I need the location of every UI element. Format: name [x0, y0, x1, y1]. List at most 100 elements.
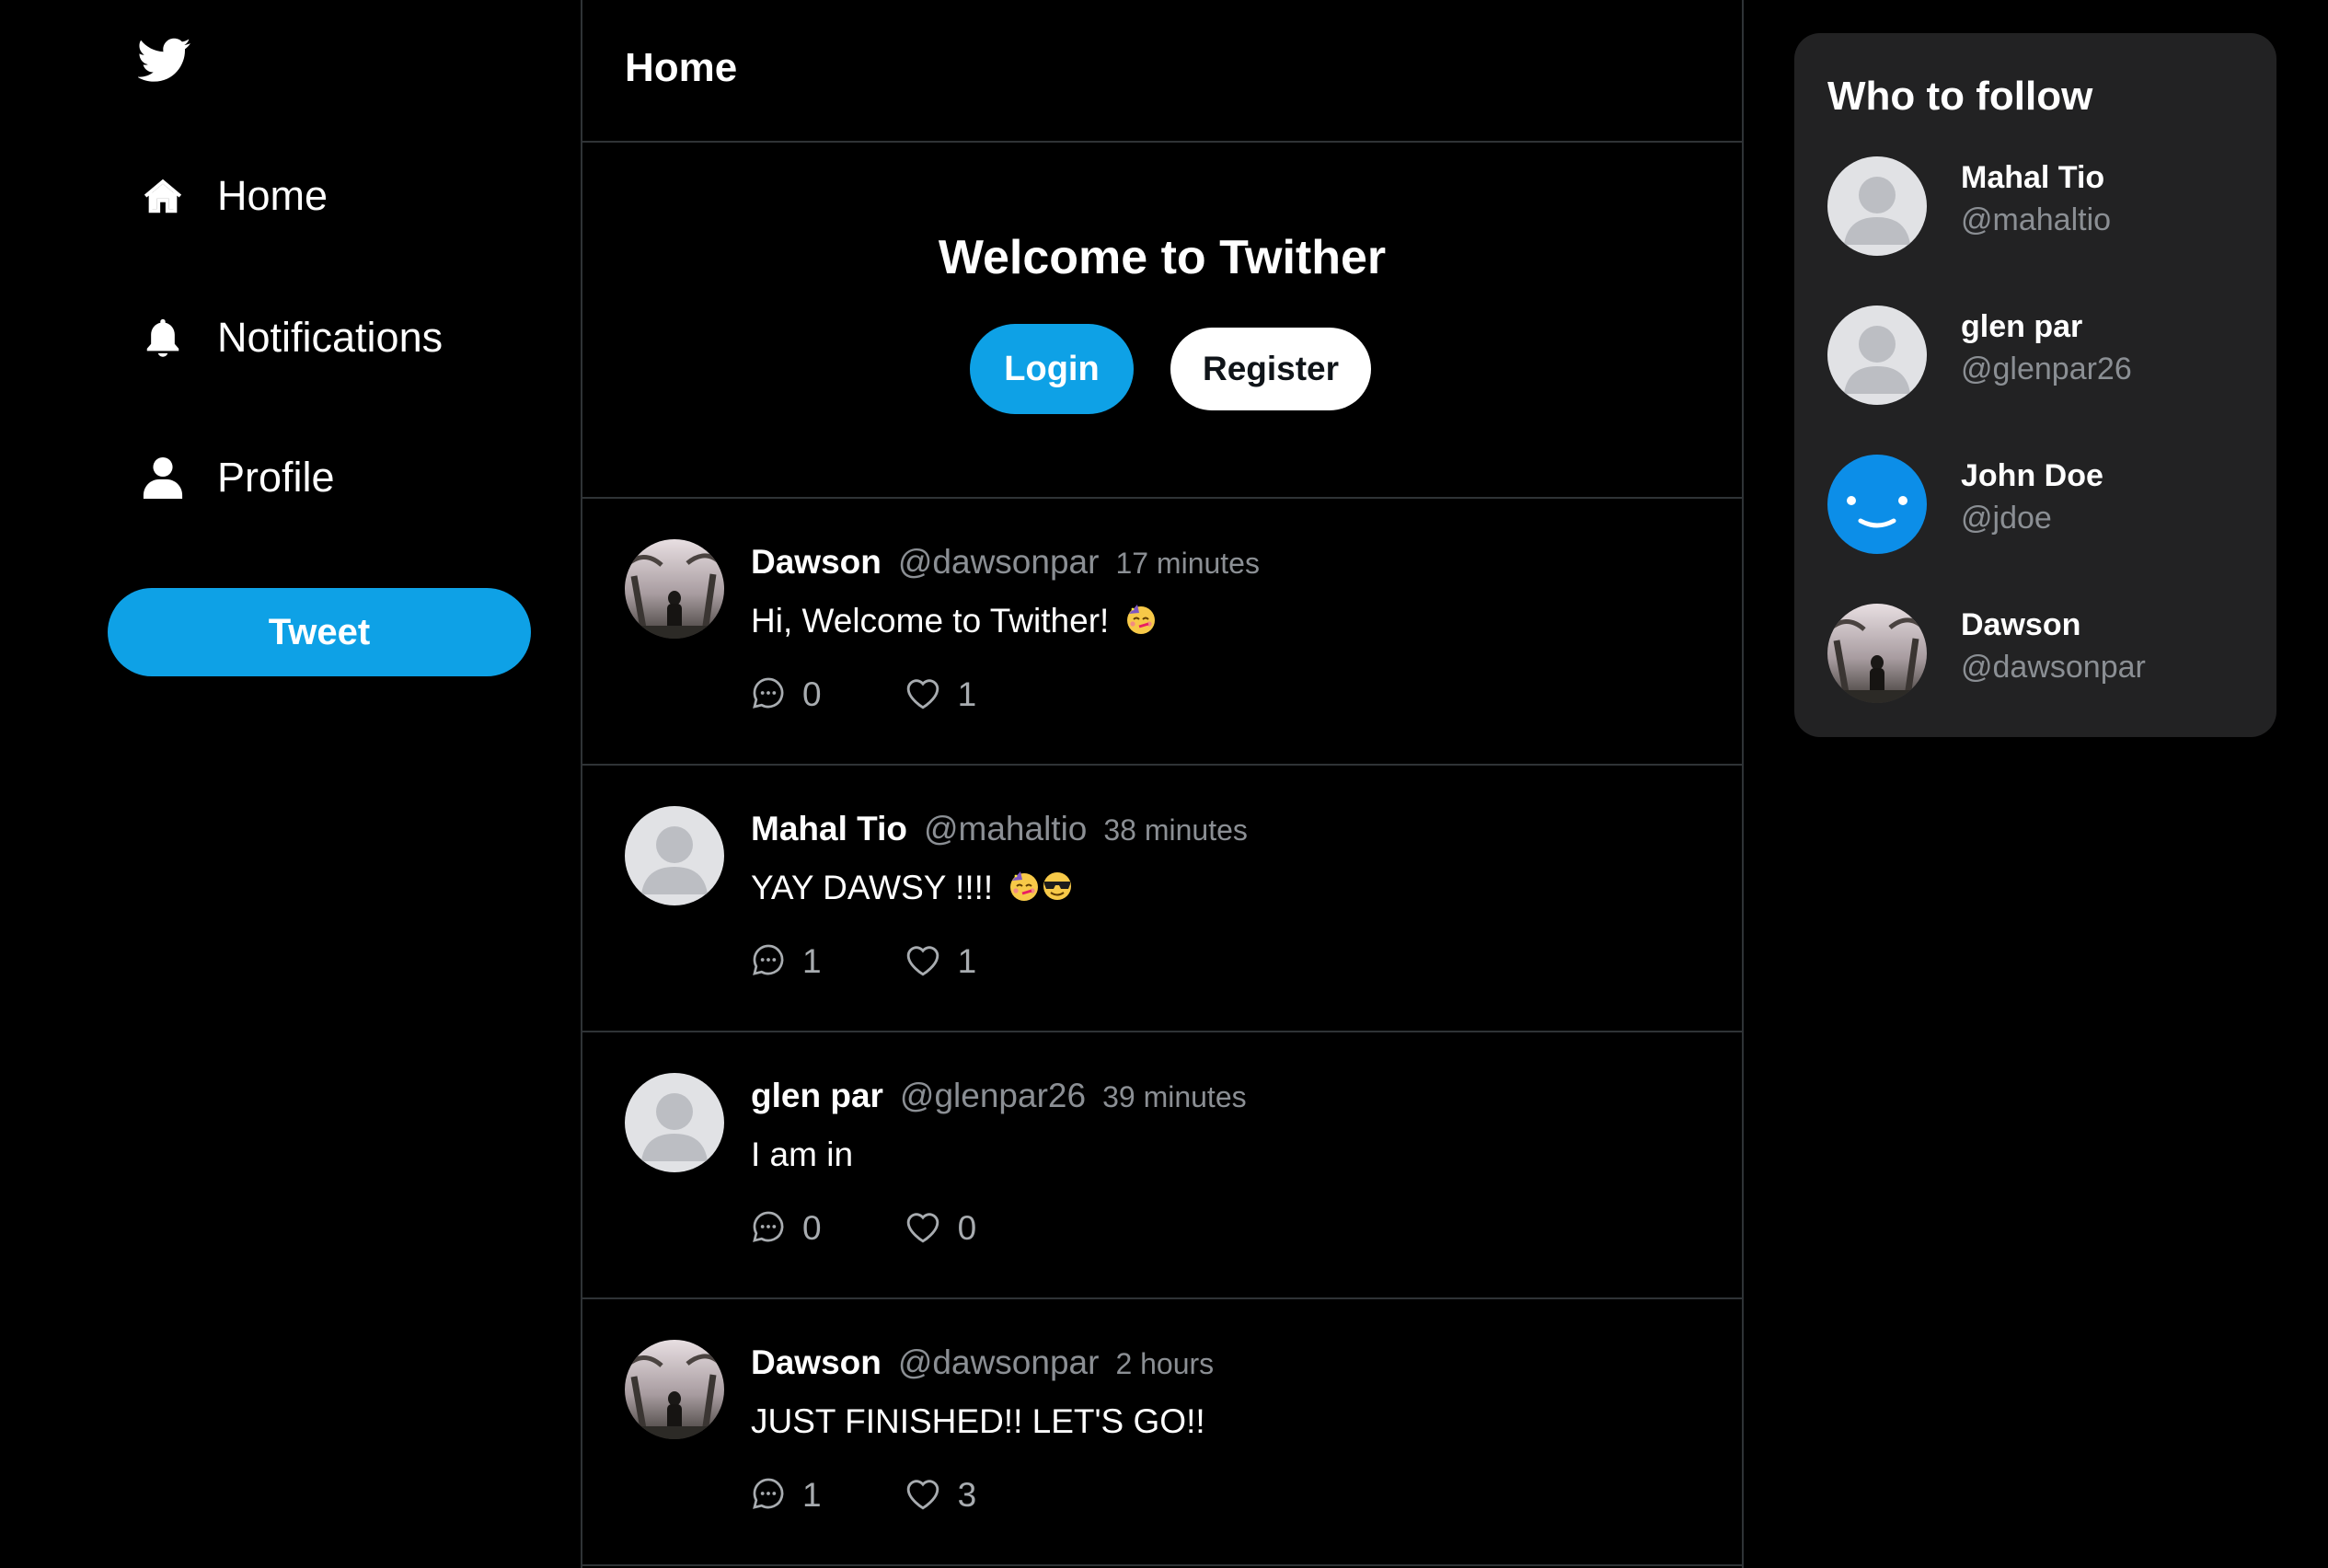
follow-user-name: glen par: [1961, 309, 2083, 344]
avatar[interactable]: [1827, 306, 1927, 405]
comment-icon: [751, 675, 786, 715]
tweet-header: Dawson @dawsonpar 17 minutes: [751, 543, 1260, 582]
reply-button[interactable]: 0: [751, 1209, 822, 1249]
who-to-follow-title: Who to follow: [1827, 74, 2093, 119]
avatar[interactable]: [1827, 156, 1927, 256]
like-button[interactable]: 1: [905, 942, 977, 982]
like-count: 0: [957, 1209, 977, 1247]
avatar[interactable]: [625, 1340, 724, 1439]
tweet-actions: 0 1: [751, 672, 976, 718]
like-count: 1: [957, 942, 977, 980]
author-name[interactable]: glen par: [751, 1077, 883, 1115]
tweet-timestamp: 2 hours: [1115, 1347, 1215, 1380]
like-button[interactable]: 0: [905, 1209, 977, 1249]
avatar[interactable]: [625, 806, 724, 905]
follow-suggestion[interactable]: glen par @glenpar26: [1827, 306, 2251, 405]
follow-suggestion[interactable]: Dawson @dawsonpar: [1827, 604, 2251, 703]
nav-label-notifications: Notifications: [217, 314, 444, 361]
user-icon: [140, 455, 186, 501]
follow-suggestion[interactable]: John Doe @jdoe: [1827, 455, 2251, 554]
author-name[interactable]: Dawson: [751, 1343, 882, 1382]
tweet-header: Dawson @dawsonpar 2 hours: [751, 1343, 1214, 1382]
avatar[interactable]: [1827, 604, 1927, 703]
author-handle[interactable]: @glenpar26: [900, 1077, 1086, 1115]
tweet-header: glen par @glenpar26 39 minutes: [751, 1077, 1247, 1115]
avatar[interactable]: [625, 539, 724, 639]
comment-icon: [751, 1476, 786, 1516]
tweet-text-content: YAY DAWSY !!!!: [751, 869, 994, 906]
tweet[interactable]: glen par @glenpar26 39 minutes I am in 0: [582, 1032, 1742, 1299]
reply-button[interactable]: 1: [751, 942, 822, 982]
nav-item-notifications[interactable]: Notifications: [140, 296, 443, 379]
tweet-header: Mahal Tio @mahaltio 38 minutes: [751, 810, 1248, 848]
sidebar: Home Notifications Profile Tweet: [0, 0, 581, 1568]
reply-button[interactable]: 1: [751, 1476, 822, 1516]
like-count: 3: [957, 1476, 977, 1514]
follow-user-handle: @jdoe: [1961, 501, 2052, 536]
tweet-text: Hi, Welcome to Twither!: [751, 602, 1158, 640]
tweet-timestamp: 39 minutes: [1102, 1080, 1247, 1113]
partying-face-emoji: [1124, 603, 1158, 636]
like-count: 1: [957, 675, 977, 713]
bell-icon: [140, 315, 186, 361]
comment-icon: [751, 1209, 786, 1249]
author-handle[interactable]: @mahaltio: [924, 810, 1087, 848]
comment-count: 0: [802, 1209, 822, 1247]
tweet-timestamp: 38 minutes: [1103, 813, 1248, 847]
tweet-text-content: I am in: [751, 1136, 854, 1173]
tweet-actions: 0 0: [751, 1205, 976, 1251]
nav-item-profile[interactable]: Profile: [140, 436, 335, 519]
welcome-title: Welcome to Twither: [938, 231, 1387, 284]
tweet-text-content: Hi, Welcome to Twither!: [751, 602, 1110, 640]
author-handle[interactable]: @dawsonpar: [898, 1343, 1100, 1382]
like-button[interactable]: 3: [905, 1476, 977, 1516]
heart-icon: [905, 1209, 941, 1249]
comment-count: 1: [802, 942, 822, 980]
login-button[interactable]: Login: [970, 324, 1134, 414]
tweet-timestamp: 17 minutes: [1115, 547, 1260, 580]
bird-icon[interactable]: [137, 33, 191, 86]
tweet[interactable]: Dawson @dawsonpar 17 minutes Hi, Welcome…: [582, 499, 1742, 766]
tweet[interactable]: Mahal Tio @mahaltio 38 minutes YAY DAWSY…: [582, 766, 1742, 1032]
auth-buttons: Login Register: [582, 324, 1742, 414]
tweet-text: I am in: [751, 1136, 853, 1174]
main-header: Home: [582, 0, 1742, 143]
comment-icon: [751, 942, 786, 982]
follow-user-name: Dawson: [1961, 607, 2081, 642]
comment-count: 1: [802, 1476, 822, 1514]
home-icon: [140, 173, 186, 219]
author-name[interactable]: Dawson: [751, 543, 882, 582]
tweet-text: YAY DAWSY !!!!: [751, 869, 1074, 907]
tweet-text-content: JUST FINISHED!! LET'S GO!!: [751, 1402, 1205, 1440]
comment-count: 0: [802, 675, 822, 713]
author-handle[interactable]: @dawsonpar: [898, 543, 1100, 582]
main-feed: Home Welcome to Twither Login Register D…: [581, 0, 1744, 1568]
tweet[interactable]: Dawson @dawsonpar 2 hours JUST FINISHED!…: [582, 1299, 1742, 1566]
follow-user-name: Mahal Tio: [1961, 160, 2105, 195]
tweet-actions: 1 3: [751, 1472, 976, 1518]
follow-suggestion[interactable]: Mahal Tio @mahaltio: [1827, 156, 2251, 256]
partying-face-emoji: [1008, 870, 1041, 903]
welcome-panel: Welcome to Twither Login Register: [582, 143, 1742, 499]
heart-icon: [905, 1476, 941, 1516]
reply-button[interactable]: 0: [751, 675, 822, 715]
heart-icon: [905, 942, 941, 982]
follow-user-handle: @glenpar26: [1961, 352, 2132, 386]
follow-user-handle: @mahaltio: [1961, 202, 2112, 237]
follow-user-name: John Doe: [1961, 458, 2103, 493]
nav-label-home: Home: [217, 172, 328, 219]
tweet-button[interactable]: Tweet: [108, 588, 531, 676]
register-button[interactable]: Register: [1170, 328, 1371, 410]
nav-item-home[interactable]: Home: [140, 155, 328, 237]
nav-label-profile: Profile: [217, 454, 335, 501]
avatar[interactable]: [625, 1073, 724, 1172]
who-to-follow-card: Who to follow Mahal Tio @mahaltio glen p…: [1794, 33, 2276, 737]
avatar[interactable]: [1827, 455, 1927, 554]
like-button[interactable]: 1: [905, 675, 977, 715]
heart-icon: [905, 675, 941, 715]
author-name[interactable]: Mahal Tio: [751, 810, 907, 848]
tweet-text: JUST FINISHED!! LET'S GO!!: [751, 1402, 1205, 1441]
sunglasses-face-emoji: [1041, 870, 1074, 903]
follow-user-handle: @dawsonpar: [1961, 650, 2146, 685]
page-title: Home: [625, 44, 738, 90]
